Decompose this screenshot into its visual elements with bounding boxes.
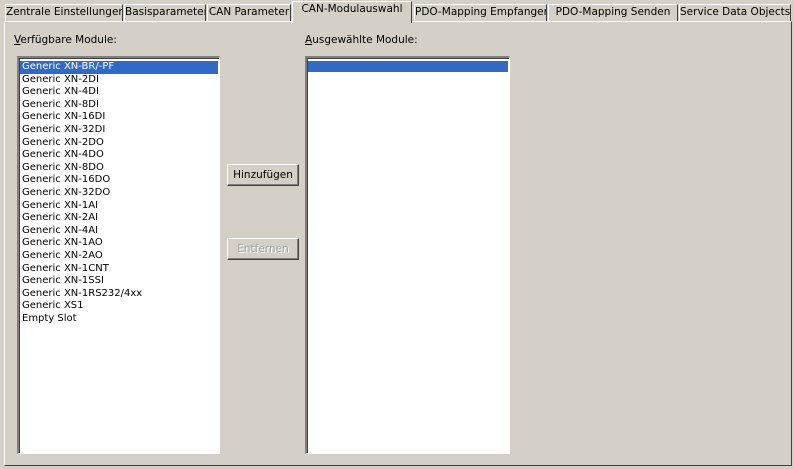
module-list-item[interactable]: Generic XN-16DI [20, 111, 218, 124]
tab-pdo-mapping-empfangen[interactable]: PDO-Mapping Empfangen [414, 4, 547, 21]
module-list-item[interactable]: Generic XN-1RS232/4xx [20, 288, 218, 301]
module-list-item[interactable]: Generic XN-1AI [20, 200, 218, 213]
add-button-rest: inzufügen [241, 169, 293, 181]
tab-zentrale-einstellungen[interactable]: Zentrale Einstellungen [5, 4, 123, 21]
selected-modules-label: Ausgewählte Module: [305, 34, 418, 46]
module-list-item[interactable]: Generic XN-1AO [20, 237, 218, 250]
selected-modules-label-rest: usgewählte Module: [312, 34, 418, 46]
available-modules-label: Verfügbare Module: [14, 34, 117, 46]
module-list-item[interactable]: Generic XN-BR/-PF [20, 61, 218, 74]
tab-can-modulauswahl[interactable]: CAN-Modulauswahl [292, 1, 412, 23]
module-list-item[interactable]: Generic XN-4DI [20, 86, 218, 99]
module-list-item[interactable]: Generic XN-16DO [20, 174, 218, 187]
module-list-item[interactable]: Empty Slot [20, 313, 218, 326]
module-list-item[interactable]: Generic XN-8DO [20, 162, 218, 175]
available-modules-list[interactable]: Generic XN-BR/-PF Generic XN-2DI Generic X… [17, 56, 220, 454]
module-list-item[interactable]: Generic XN-32DO [20, 187, 218, 200]
tab-panel: Verfügbare Module: Ausgewählte Module: G… [4, 21, 792, 466]
module-list-item[interactable]: Generic XN-2AO [20, 250, 218, 263]
tab-basisparameter[interactable]: Basisparameter [124, 4, 206, 21]
remove-button: Entfernen [227, 238, 299, 260]
module-list-item[interactable]: Generic XN-4DO [20, 149, 218, 162]
add-button[interactable]: Hinzufügen [227, 164, 299, 186]
selected-modules-list[interactable] [305, 56, 510, 454]
module-list-item[interactable]: Generic XN-2DO [20, 137, 218, 150]
module-list-item[interactable]: Generic XN-32DI [20, 124, 218, 137]
module-list-item[interactable]: Generic XN-2AI [20, 212, 218, 225]
module-list-item[interactable]: Generic XN-2DI [20, 74, 218, 87]
available-modules-label-rest: erfügbare Module: [20, 34, 117, 46]
tab-pdo-mapping-senden[interactable]: PDO-Mapping Senden [548, 4, 678, 21]
add-button-mnemonic: H [233, 169, 242, 181]
tab-strip: Zentrale Einstellungen Basisparameter CA… [0, 0, 794, 23]
module-list-item[interactable]: Generic XN-1CNT [20, 263, 218, 276]
tab-service-data-objects[interactable]: Service Data Objects [679, 4, 791, 21]
module-list-item[interactable]: Generic XN-1SSI [20, 275, 218, 288]
tab-can-parameter[interactable]: CAN Parameter [207, 4, 291, 21]
module-list-item[interactable]: Generic XS1 [20, 300, 218, 313]
module-list-item[interactable]: Generic XN-8DI [20, 99, 218, 112]
selected-modules-highlight[interactable] [308, 61, 508, 72]
module-list-item[interactable]: Generic XN-4AI [20, 225, 218, 238]
